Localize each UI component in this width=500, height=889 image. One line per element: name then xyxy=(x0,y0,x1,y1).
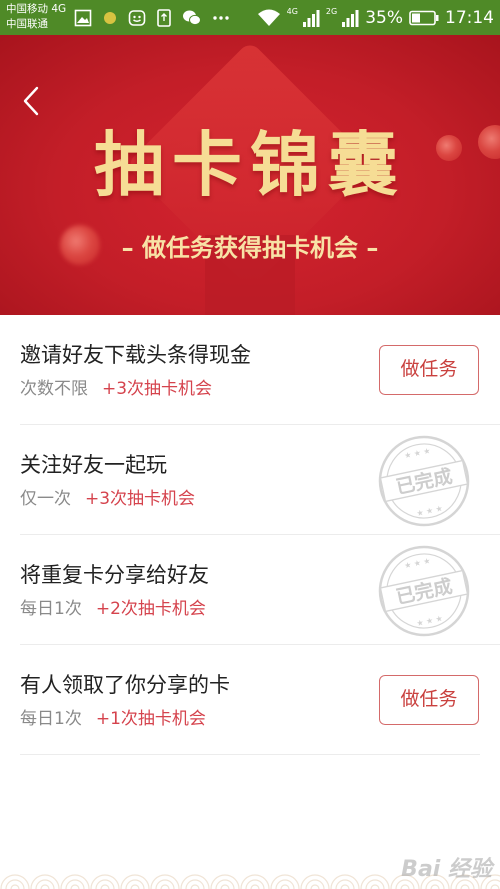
list-item: 有人领取了你分享的卡 每日1次 +1次抽卡机会 做任务 xyxy=(20,645,480,755)
task-reward: +3次抽卡机会 xyxy=(85,489,196,509)
page-subtitle: – 做任务获得抽卡机会 – xyxy=(121,234,379,262)
task-reward: +1次抽卡机会 xyxy=(95,709,206,729)
network-type-2: 2G xyxy=(325,6,338,16)
do-task-button[interactable]: 做任务 xyxy=(379,345,479,395)
wifi-icon xyxy=(257,8,281,28)
dot-icon xyxy=(103,11,117,25)
gallery-icon xyxy=(74,9,92,27)
task-frequency: 每日1次 xyxy=(20,599,82,619)
task-reward: +2次抽卡机会 xyxy=(95,599,206,619)
task-reward: +3次抽卡机会 xyxy=(102,379,213,399)
task-frequency: 每日1次 xyxy=(20,709,82,729)
list-item: 邀请好友下载头条得现金 次数不限 +3次抽卡机会 做任务 xyxy=(20,315,500,425)
carrier-info: 中国移动 4G 中国联通 xyxy=(6,2,72,32)
task-meta: 每日1次 +2次抽卡机会 xyxy=(20,597,206,621)
system-icons: 4G 2G 35% 17:14 xyxy=(257,5,494,31)
svg-text:★ ★ ★: ★ ★ ★ xyxy=(416,504,444,518)
notification-icons xyxy=(74,7,229,29)
task-meta: 次数不限 +3次抽卡机会 xyxy=(20,377,212,401)
task-frequency: 次数不限 xyxy=(20,379,88,399)
do-task-button[interactable]: 做任务 xyxy=(379,675,479,725)
wechat-icon xyxy=(182,9,202,27)
battery-icon xyxy=(409,10,439,26)
task-meta: 每日1次 +1次抽卡机会 xyxy=(20,707,206,731)
signal-icon-2 xyxy=(341,8,359,28)
task-title: 将重复卡分享给好友 xyxy=(20,563,209,587)
task-title: 邀请好友下载头条得现金 xyxy=(20,343,251,367)
task-frequency: 仅一次 xyxy=(20,489,71,509)
back-button[interactable] xyxy=(14,83,48,119)
banner: 抽卡锦囊 – 做任务获得抽卡机会 – xyxy=(0,35,500,315)
clock: 17:14 xyxy=(445,8,494,28)
signal-icon xyxy=(302,8,320,28)
task-title: 关注好友一起玩 xyxy=(20,453,167,477)
task-meta: 仅一次 +3次抽卡机会 xyxy=(20,487,195,511)
carrier-secondary: 中国联通 xyxy=(6,18,48,30)
carrier-primary: 中国移动 4G xyxy=(6,3,67,15)
list-item: 关注好友一起玩 仅一次 +3次抽卡机会 ★ ★ ★ ★ ★ ★ 已完成 xyxy=(20,425,500,535)
battery-percent: 35% xyxy=(365,8,403,28)
svg-text:★ ★ ★: ★ ★ ★ xyxy=(416,614,444,628)
emoji-icon xyxy=(128,9,146,27)
list-item: 将重复卡分享给好友 每日1次 +2次抽卡机会 ★ ★ ★ ★ ★ ★ 已完成 xyxy=(20,535,500,645)
network-type-1: 4G xyxy=(286,6,298,16)
completed-stamp: ★ ★ ★ ★ ★ ★ 已完成 xyxy=(378,435,470,527)
completed-stamp: ★ ★ ★ ★ ★ ★ 已完成 xyxy=(378,545,470,637)
task-title: 有人领取了你分享的卡 xyxy=(20,673,230,697)
watermark: Bai 经验 xyxy=(401,857,492,882)
status-bar: 中国移动 4G 中国联通 4G 2G 35% 17:14 xyxy=(0,0,500,35)
task-list: 邀请好友下载头条得现金 次数不限 +3次抽卡机会 做任务 关注好友一起玩 仅一次 +… xyxy=(0,315,500,755)
sim-icon xyxy=(157,9,171,27)
chevron-left-icon xyxy=(23,86,39,116)
page-title: 抽卡锦囊 xyxy=(94,124,406,206)
more-icon xyxy=(213,15,229,21)
